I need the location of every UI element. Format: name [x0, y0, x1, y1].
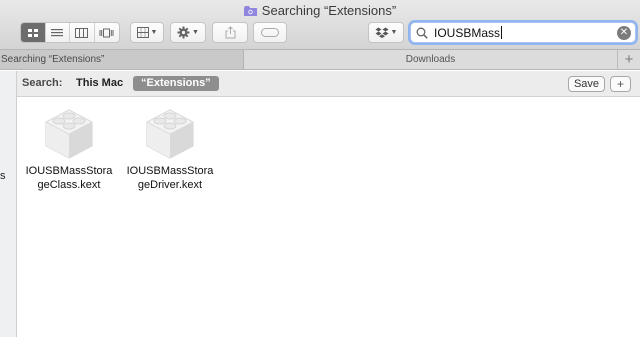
arrange-button[interactable]: ▼: [130, 22, 164, 43]
column-view-button[interactable]: [70, 23, 95, 42]
sidebar-item-label[interactable]: s: [0, 170, 6, 182]
edit-tags-button[interactable]: [253, 22, 287, 43]
list-view-icon: [51, 28, 64, 36]
window-title: Searching “Extensions”: [261, 3, 397, 18]
file-item[interactable]: IOUSBMassStora geDriver.kext: [124, 104, 216, 192]
dropbox-icon: [375, 27, 389, 38]
cover-flow-icon: [99, 28, 114, 37]
cover-flow-view-button[interactable]: [95, 23, 119, 42]
search-scope-bar: Search: This Mac “Extensions” Save +: [17, 71, 640, 97]
share-button[interactable]: [212, 22, 248, 43]
tab-searching-extensions[interactable]: Searching “Extensions”: [0, 50, 244, 69]
new-tab-button[interactable]: +: [618, 50, 640, 69]
icon-view-button[interactable]: [21, 23, 46, 42]
add-criteria-button[interactable]: +: [610, 76, 631, 92]
dropbox-button[interactable]: ▼: [368, 22, 404, 43]
file-name-line: geDriver.kext: [137, 179, 203, 191]
file-name-line: IOUSBMassStora: [25, 165, 113, 177]
sidebar: s: [0, 71, 17, 337]
chevron-down-icon: ▼: [150, 29, 158, 36]
tab-downloads[interactable]: Downloads: [244, 50, 618, 69]
chevron-down-icon: ▼: [390, 29, 398, 36]
search-scope-label: Search:: [22, 77, 63, 89]
share-icon: [225, 26, 235, 39]
window-toolbar: Searching “Extensions” ▼ ▼ ▼ IOUSBMass ✕: [0, 0, 640, 50]
file-item[interactable]: IOUSBMassStora geClass.kext: [23, 104, 115, 192]
save-search-button[interactable]: Save: [568, 76, 605, 92]
search-input[interactable]: IOUSBMass: [434, 26, 617, 40]
list-view-button[interactable]: [46, 23, 70, 42]
gear-icon: [177, 26, 190, 39]
view-mode-segmented-control: [20, 22, 120, 43]
icon-view-icon: [27, 28, 38, 37]
scope-this-mac[interactable]: This Mac: [76, 77, 123, 89]
tab-bar: Searching “Extensions” Downloads +: [0, 50, 640, 70]
scope-extensions-selected[interactable]: “Extensions”: [133, 76, 219, 91]
search-results-grid: IOUSBMassStora geClass.kext IOUSBMassSto…: [17, 98, 640, 337]
kext-lego-icon: [145, 109, 195, 159]
clear-search-icon[interactable]: ✕: [617, 25, 631, 40]
arrange-grid-icon: [136, 27, 149, 38]
column-view-icon: [75, 27, 89, 38]
smart-folder-icon: [243, 6, 257, 16]
kext-lego-icon: [44, 109, 94, 159]
file-name-line: geClass.kext: [37, 179, 101, 191]
tag-icon: [261, 28, 279, 37]
window-title-bar: Searching “Extensions”: [0, 2, 640, 20]
chevron-down-icon: ▼: [192, 29, 199, 36]
file-name-line: IOUSBMassStora: [126, 165, 214, 177]
search-field[interactable]: IOUSBMass ✕: [410, 22, 636, 43]
search-icon: [416, 27, 428, 39]
action-menu-button[interactable]: ▼: [170, 22, 206, 43]
